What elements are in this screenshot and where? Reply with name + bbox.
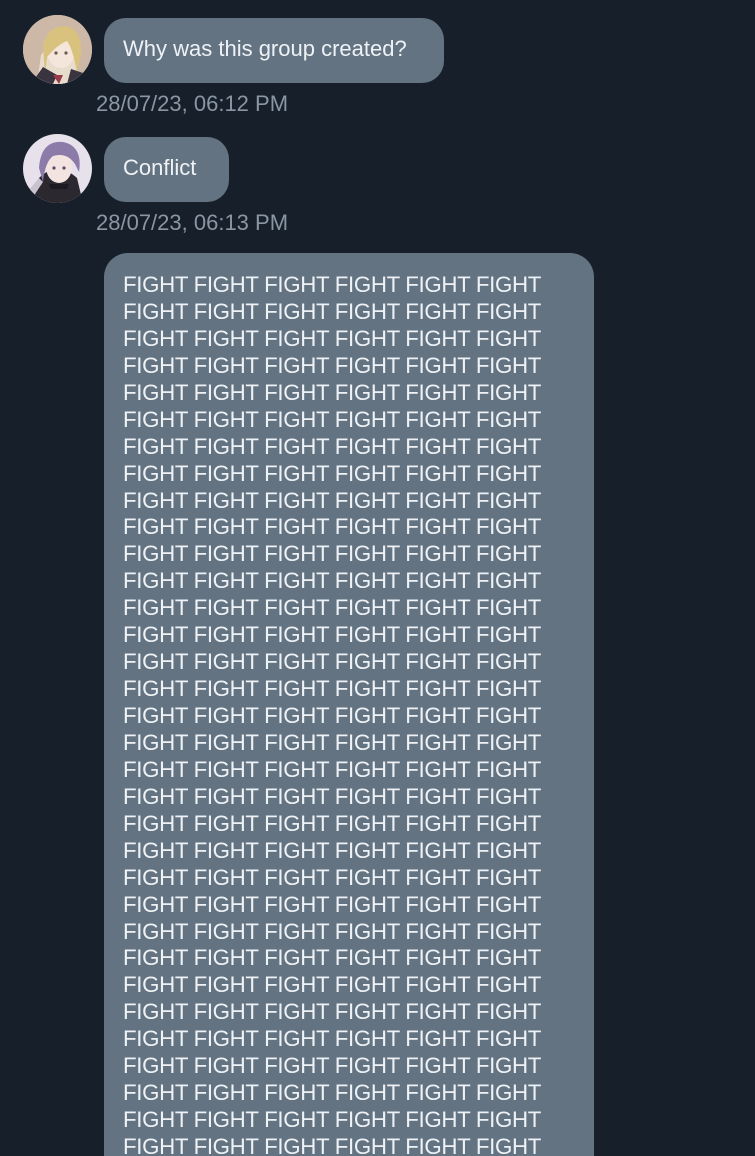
long-message-line: FIGHT FIGHT FIGHT FIGHT FIGHT FIGHT — [123, 433, 541, 459]
long-message-line: FIGHT FIGHT FIGHT FIGHT FIGHT FIGHT — [123, 595, 541, 621]
long-message-line: FIGHT FIGHT FIGHT FIGHT FIGHT FIGHT — [123, 999, 541, 1025]
long-message-line: FIGHT FIGHT FIGHT FIGHT FIGHT FIGHT — [123, 676, 541, 702]
long-message-line: FIGHT FIGHT FIGHT FIGHT FIGHT FIGHT — [123, 325, 541, 351]
long-message-line: FIGHT FIGHT FIGHT FIGHT FIGHT FIGHT — [123, 945, 541, 971]
long-message-line: FIGHT FIGHT FIGHT FIGHT FIGHT FIGHT — [123, 272, 541, 297]
long-message-line: FIGHT FIGHT FIGHT FIGHT FIGHT FIGHT — [123, 1107, 541, 1133]
long-message-line: FIGHT FIGHT FIGHT FIGHT FIGHT FIGHT — [123, 756, 541, 782]
long-message-line: FIGHT FIGHT FIGHT FIGHT FIGHT FIGHT — [123, 514, 541, 540]
long-message-line: FIGHT FIGHT FIGHT FIGHT FIGHT FIGHT — [123, 783, 541, 809]
long-message-line: FIGHT FIGHT FIGHT FIGHT FIGHT FIGHT — [123, 568, 541, 594]
long-message-line: FIGHT FIGHT FIGHT FIGHT FIGHT FIGHT — [123, 837, 541, 863]
long-message-line: FIGHT FIGHT FIGHT FIGHT FIGHT FIGHT — [123, 972, 541, 998]
chat-thread: Why was this group created? 28/07/23, 06… — [0, 0, 755, 1156]
long-message-line: FIGHT FIGHT FIGHT FIGHT FIGHT FIGHT — [123, 864, 541, 890]
long-message-line: FIGHT FIGHT FIGHT FIGHT FIGHT FIGHT — [123, 1026, 541, 1052]
long-message-bubble[interactable]: FIGHT FIGHT FIGHT FIGHT FIGHT FIGHT FIGHT… — [104, 253, 594, 1156]
long-message-text: FIGHT FIGHT FIGHT FIGHT FIGHT FIGHT FIGHT… — [123, 272, 594, 1156]
long-message-line: FIGHT FIGHT FIGHT FIGHT FIGHT FIGHT — [123, 810, 541, 836]
long-message-line: FIGHT FIGHT FIGHT FIGHT FIGHT FIGHT — [123, 541, 541, 567]
long-message-line: FIGHT FIGHT FIGHT FIGHT FIGHT FIGHT — [123, 352, 541, 378]
long-message-line: FIGHT FIGHT FIGHT FIGHT FIGHT FIGHT — [123, 298, 541, 324]
long-message-line: FIGHT FIGHT FIGHT FIGHT FIGHT FIGHT — [123, 487, 541, 513]
user-avatar-icon[interactable] — [23, 15, 92, 84]
long-message-line: FIGHT FIGHT FIGHT FIGHT FIGHT FIGHT — [123, 1134, 541, 1156]
message-bubble[interactable]: Conflict — [104, 137, 229, 202]
user-avatar-icon[interactable] — [23, 134, 92, 203]
long-message-line: FIGHT FIGHT FIGHT FIGHT FIGHT FIGHT — [123, 622, 541, 648]
long-message-line: FIGHT FIGHT FIGHT FIGHT FIGHT FIGHT — [123, 891, 541, 917]
message-text: Why was this group created? — [123, 36, 407, 61]
long-message-line: FIGHT FIGHT FIGHT FIGHT FIGHT FIGHT — [123, 1080, 541, 1106]
message-text: Conflict — [123, 155, 197, 180]
message-bubble[interactable]: Why was this group created? — [104, 18, 444, 83]
long-message-line: FIGHT FIGHT FIGHT FIGHT FIGHT FIGHT — [123, 460, 541, 486]
avatar-illustration — [23, 15, 92, 84]
long-message-line: FIGHT FIGHT FIGHT FIGHT FIGHT FIGHT — [123, 406, 541, 432]
long-message-line: FIGHT FIGHT FIGHT FIGHT FIGHT FIGHT — [123, 379, 541, 405]
message-timestamp: 28/07/23, 06:13 PM — [96, 210, 289, 235]
long-message-line: FIGHT FIGHT FIGHT FIGHT FIGHT FIGHT — [123, 703, 541, 728]
long-message-line: FIGHT FIGHT FIGHT FIGHT FIGHT FIGHT — [123, 649, 541, 675]
message-timestamp: 28/07/23, 06:12 PM — [96, 91, 289, 116]
long-message-line: FIGHT FIGHT FIGHT FIGHT FIGHT FIGHT — [123, 1053, 541, 1079]
avatar-illustration — [23, 134, 92, 203]
long-message-line: FIGHT FIGHT FIGHT FIGHT FIGHT FIGHT — [123, 729, 541, 755]
long-message-line: FIGHT FIGHT FIGHT FIGHT FIGHT FIGHT — [123, 918, 541, 944]
